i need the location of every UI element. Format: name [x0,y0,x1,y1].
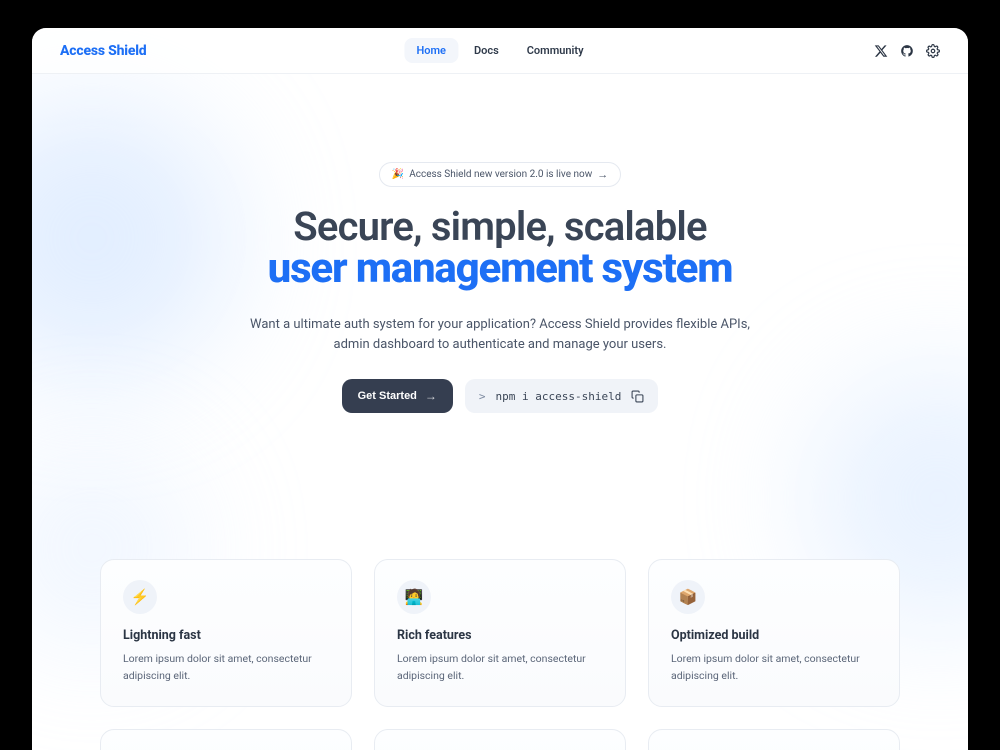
feature-card: ⚡ Lightning fast Lorem ipsum dolor sit a… [100,559,352,707]
features-grid: ⚡ Lightning fast Lorem ipsum dolor sit a… [32,559,968,750]
feature-title: Rich features [397,628,603,643]
arrow-right-icon: → [425,389,437,403]
get-started-label: Get Started [358,390,417,402]
feature-card: 📦 Optimized build Lorem ipsum dolor sit … [648,559,900,707]
feature-title: Lightning fast [123,628,329,643]
nav-docs[interactable]: Docs [462,38,511,63]
install-command[interactable]: > npm i access-shield [465,379,658,413]
get-started-button[interactable]: Get Started → [342,379,453,413]
feature-desc: Lorem ipsum dolor sit amet, consectetur … [397,651,603,684]
party-icon: 🎉 [392,169,404,180]
arrow-right-icon: → [597,168,608,181]
package-icon: 📦 [671,580,705,614]
x-twitter-icon[interactable] [874,44,888,58]
settings-gear-icon[interactable] [926,44,940,58]
hero-subhead: Want a ultimate auth system for your app… [235,315,765,355]
header: Access Shield Home Docs Community [32,28,968,74]
install-command-text: npm i access-shield [496,390,622,403]
feature-desc: Lorem ipsum dolor sit amet, consectetur … [671,651,877,684]
nav-community[interactable]: Community [515,38,596,63]
main-nav: Home Docs Community [404,38,595,63]
announcement-badge[interactable]: 🎉 Access Shield new version 2.0 is live … [379,162,621,187]
feature-card: 🔌 Flexible api [100,729,352,750]
feature-card: 📦 Multiple sdk's support [374,729,626,750]
developer-icon: 🧑‍💻 [397,580,431,614]
brand-logo[interactable]: Access Shield [60,43,146,59]
github-icon[interactable] [900,44,914,58]
feature-card: 🖥️ Error handling [648,729,900,750]
feature-title: Optimized build [671,628,877,643]
lightning-icon: ⚡ [123,580,157,614]
hero-title-line2: user management system [32,244,968,293]
prompt-caret: > [479,390,486,403]
nav-home[interactable]: Home [404,38,458,63]
hero-title-line1: Secure, simple, scalable [32,203,968,250]
hero: Secure, simple, scalable user management… [32,203,968,355]
announcement-text: Access Shield new version 2.0 is live no… [409,169,592,180]
feature-desc: Lorem ipsum dolor sit amet, consectetur … [123,651,329,684]
copy-icon[interactable] [631,390,644,403]
feature-card: 🧑‍💻 Rich features Lorem ipsum dolor sit … [374,559,626,707]
